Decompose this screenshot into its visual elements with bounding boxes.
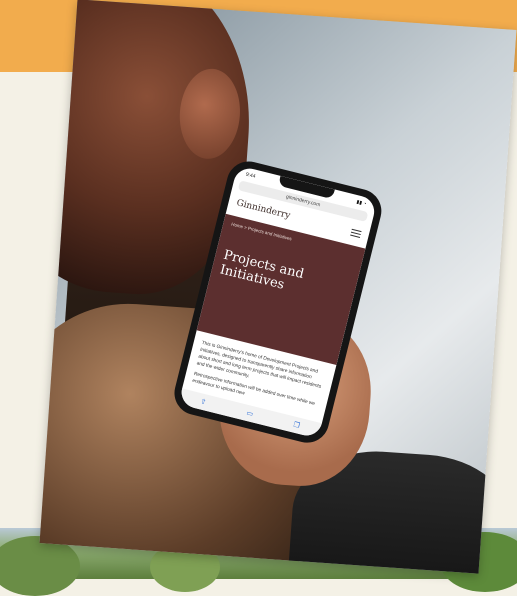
tabs-icon[interactable]: ❐ xyxy=(293,421,301,430)
menu-icon[interactable] xyxy=(350,228,362,238)
share-icon[interactable]: ⇧ xyxy=(200,397,208,406)
signal-icon: ▮▮ ◔ xyxy=(355,199,367,208)
page-title: Projects and Initiatives xyxy=(218,247,306,293)
photo-card: 9:44 ▮▮ ◔ ginninderry.com Ginninderry Ho… xyxy=(39,0,517,574)
book-icon[interactable]: ▭ xyxy=(246,409,254,418)
status-time: 9:44 xyxy=(245,171,256,180)
